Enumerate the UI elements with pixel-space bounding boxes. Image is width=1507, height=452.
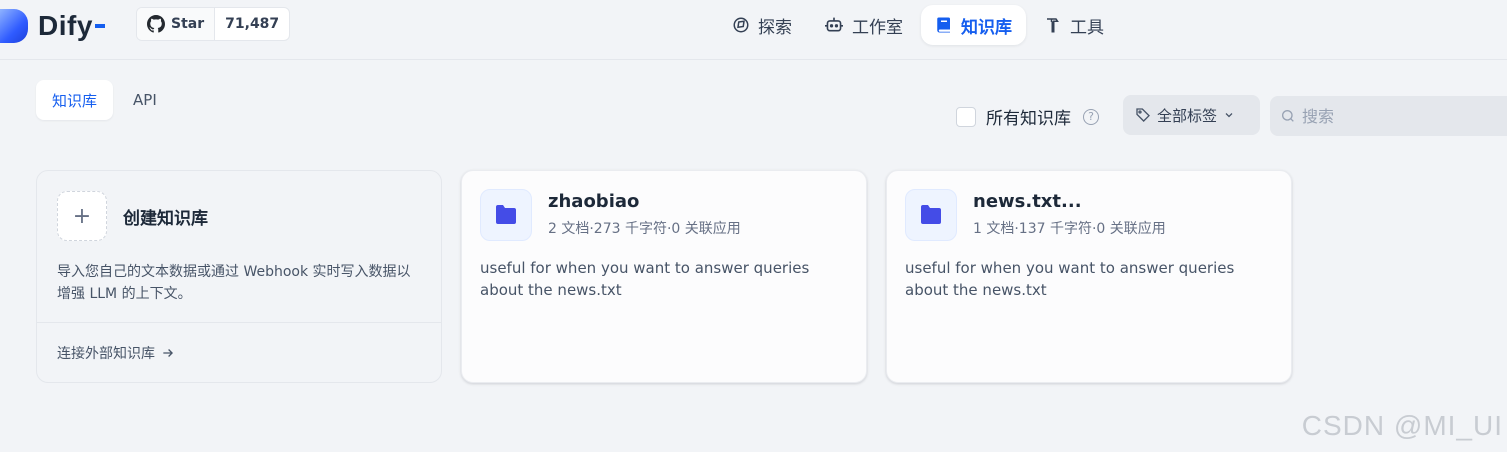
github-star-count: 71,487 [225,16,280,32]
connect-external-link[interactable]: 连接外部知识库 [57,343,175,363]
plus-icon[interactable]: + [57,191,107,241]
create-knowledge-card[interactable]: + 创建知识库 导入您自己的文本数据或通过 Webhook 实时写入数据以增强 … [36,170,442,383]
tag-icon [1136,108,1150,122]
search-icon [1282,110,1294,122]
github-star-button[interactable]: Star [137,8,216,40]
dataset-name: news.txt... [973,191,1082,212]
dataset-meta: 2 文档·273 千字符·0 关联应用 [548,221,741,237]
dataset-meta: 1 文档·137 千字符·0 关联应用 [973,221,1166,237]
logo-cursor [94,24,105,28]
nav-knowledge-label: 知识库 [961,17,1012,38]
hammer-icon [1047,18,1059,33]
create-knowledge-title: 创建知识库 [123,208,208,229]
folder-icon [480,189,532,241]
search-input[interactable] [1302,106,1502,126]
main-nav: 探索 工作室 知识库 工具 [718,5,1118,45]
dataset-card[interactable]: news.txt... 1 文档·137 千字符·0 关联应用 useful f… [886,170,1292,383]
connect-external-label: 连接外部知识库 [57,346,155,362]
dify-logo[interactable]: Dify [0,6,105,46]
help-icon[interactable]: ? [1083,108,1099,125]
all-knowledge-checkbox[interactable] [956,106,976,127]
folder-icon [905,189,957,241]
watermark: CSDN @MI_UI [1301,410,1503,441]
logo-mark [0,9,28,43]
nav-explore-label: 探索 [758,17,792,38]
dataset-card[interactable]: zhaobiao 2 文档·273 千字符·0 关联应用 useful for … [461,170,867,383]
chevron-down-icon [1225,113,1233,118]
card-divider [37,322,441,323]
dataset-name: zhaobiao [548,191,640,212]
tab-knowledge[interactable]: 知识库 [36,80,114,120]
compass-icon [733,17,749,33]
all-knowledge-label: 所有知识库 [986,109,1071,129]
nav-studio[interactable]: 工作室 [810,5,917,45]
robot-icon [825,17,843,32]
top-header: Dify Star 71,487 探索 工作室 知识库 工具 [0,0,1507,60]
book-icon [937,17,950,33]
github-star-label: Star [171,16,205,32]
nav-tools[interactable]: 工具 [1030,5,1118,45]
arrow-right-icon [163,349,173,357]
tab-api[interactable]: API [117,80,173,120]
nav-tools-label: 工具 [1070,17,1104,38]
tag-filter-select[interactable]: 全部标签 [1123,95,1260,135]
nav-knowledge[interactable]: 知识库 [921,5,1026,45]
dataset-description: useful for when you want to answer queri… [905,259,1235,299]
knowledge-tabs: 知识库 API [36,80,173,120]
search-box[interactable] [1270,96,1507,136]
nav-explore[interactable]: 探索 [718,5,806,45]
github-star-widget[interactable]: Star 71,487 [136,7,291,41]
app-name: Dify [38,10,93,41]
tag-filter-label: 全部标签 [1157,106,1218,125]
github-icon [147,15,165,33]
dataset-description: useful for when you want to answer queri… [480,259,810,299]
all-knowledge-filter[interactable]: 所有知识库 ? [956,104,1099,129]
nav-studio-label: 工作室 [852,17,903,38]
